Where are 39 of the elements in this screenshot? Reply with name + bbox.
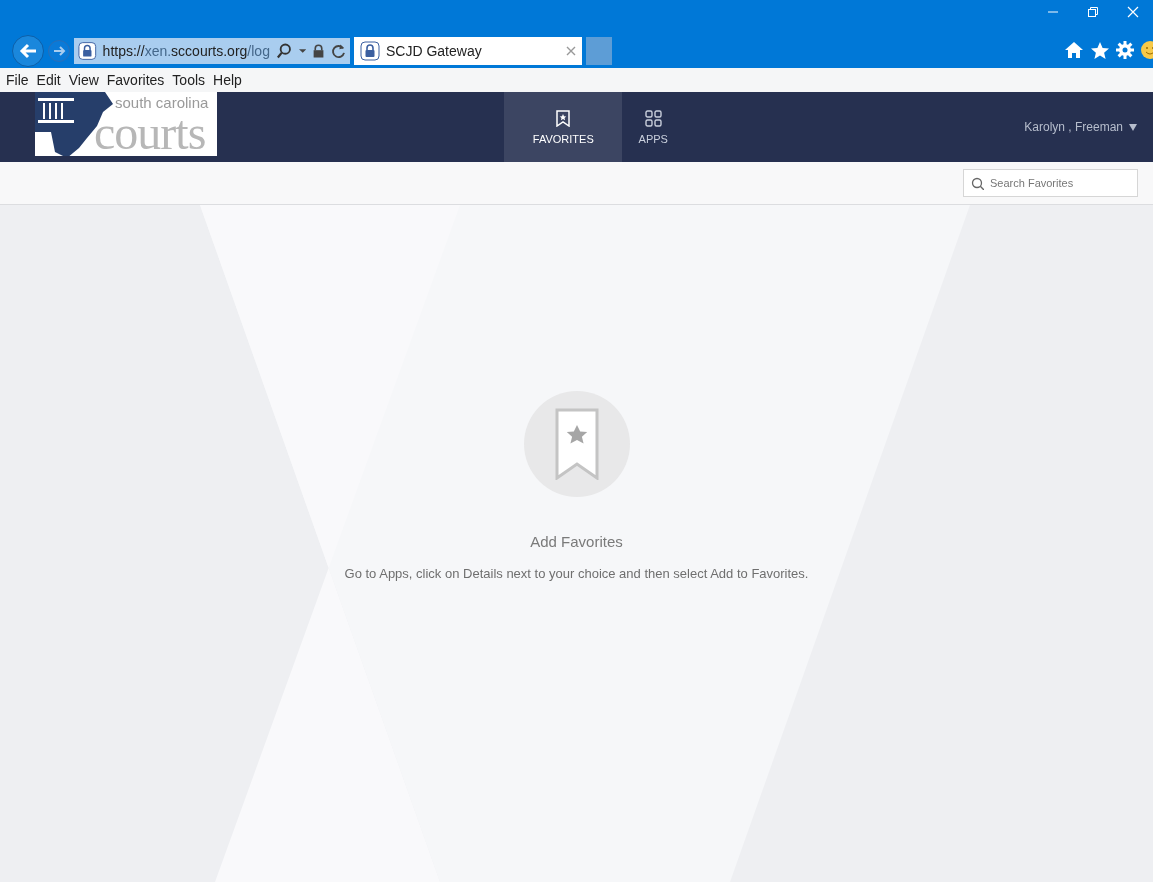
refresh-icon[interactable] bbox=[331, 43, 346, 59]
star-icon[interactable] bbox=[1090, 40, 1110, 60]
lock-icon bbox=[360, 41, 380, 61]
empty-state-message: Go to Apps, click on Details next to your choice and then select Add to Favorites. bbox=[344, 566, 809, 581]
back-button[interactable] bbox=[12, 35, 44, 67]
bookmark-star-icon bbox=[554, 408, 599, 480]
search-icon[interactable] bbox=[275, 42, 293, 60]
search-icon bbox=[971, 177, 984, 190]
menu-item[interactable]: Help bbox=[209, 72, 246, 88]
dropdown-caret-icon bbox=[1129, 123, 1137, 131]
logo-text: south carolina bbox=[115, 94, 209, 111]
logo-title: courts bbox=[94, 113, 206, 153]
settings-icon[interactable] bbox=[1116, 41, 1134, 59]
smiley-icon[interactable] bbox=[1140, 40, 1153, 60]
lock-icon bbox=[78, 41, 97, 61]
bookmark-icon bbox=[554, 109, 572, 127]
browser-tab[interactable]: SCJD Gateway bbox=[354, 37, 582, 65]
restore-icon[interactable] bbox=[1087, 6, 1099, 18]
nav-tab[interactable]: FAVORITES bbox=[504, 92, 623, 162]
forward-button[interactable] bbox=[48, 40, 70, 62]
close-icon[interactable] bbox=[1127, 6, 1139, 18]
menu-item[interactable]: Edit bbox=[32, 72, 65, 88]
search-field[interactable]: Search Favorites bbox=[963, 169, 1138, 197]
menu-item[interactable]: Tools bbox=[168, 72, 210, 88]
url-text: https://xen.sccourts.org/log bbox=[102, 43, 270, 59]
menu-item[interactable]: File bbox=[2, 72, 33, 88]
close-tab-icon[interactable] bbox=[566, 46, 576, 56]
grid-icon bbox=[644, 109, 662, 127]
menu-item[interactable]: View bbox=[64, 72, 103, 88]
home-icon[interactable] bbox=[1064, 41, 1084, 59]
padlock-icon bbox=[312, 43, 326, 59]
menu-item[interactable]: Favorites bbox=[102, 72, 169, 88]
back-arrow-icon bbox=[18, 42, 38, 60]
dropdown-caret-icon[interactable] bbox=[298, 49, 307, 53]
address-bar[interactable]: https://xen.sccourts.org/log bbox=[74, 38, 350, 64]
forward-arrow-icon bbox=[52, 44, 66, 58]
empty-state-title: Add Favorites bbox=[530, 533, 623, 550]
nav-tab[interactable]: APPS bbox=[622, 92, 685, 162]
user-menu[interactable]: Karolyn , Freeman bbox=[1018, 92, 1143, 162]
